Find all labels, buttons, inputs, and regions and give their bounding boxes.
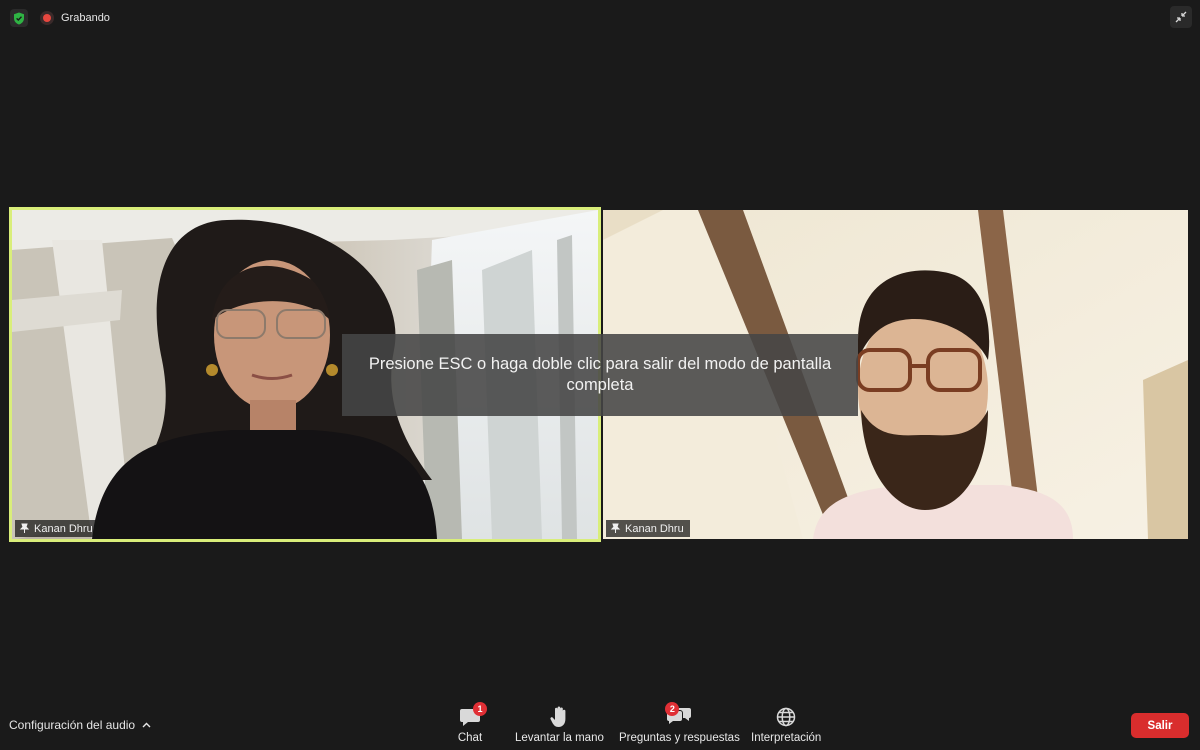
fullscreen-exit-message: Presione ESC o haga doble clic para sali… — [368, 355, 832, 394]
globe-icon — [776, 707, 796, 726]
interpretation-button[interactable]: Interpretación — [751, 703, 821, 744]
shield-check-icon[interactable] — [10, 9, 28, 27]
chat-button[interactable]: 1 Chat — [453, 702, 487, 744]
qa-button[interactable]: 2 Preguntas y respuestas — [619, 702, 740, 744]
participant-name: Kanan Dhru — [34, 522, 93, 535]
top-bar: Grabando — [0, 0, 1200, 36]
raise-hand-label: Levantar la mano — [515, 732, 604, 744]
recording-indicator[interactable]: Grabando — [40, 10, 110, 26]
chat-unread-badge: 1 — [473, 702, 487, 716]
participant-name: Kanan Dhru — [625, 522, 684, 535]
pin-icon — [610, 523, 621, 533]
audio-settings-button[interactable]: Configuración del audio — [9, 718, 151, 732]
leave-label: Salir — [1147, 719, 1173, 732]
fullscreen-exit-notice: Presione ESC o haga doble clic para sali… — [342, 334, 858, 416]
record-icon — [40, 11, 54, 25]
raise-hand-button[interactable]: Levantar la mano — [515, 703, 604, 744]
leave-button[interactable]: Salir — [1131, 713, 1189, 738]
participant-name-tag: Kanan Dhru — [606, 520, 690, 537]
chat-label: Chat — [457, 732, 483, 744]
audio-settings-label: Configuración del audio — [9, 718, 136, 732]
interpretation-label: Interpretación — [751, 732, 822, 744]
recording-label: Grabando — [61, 12, 110, 24]
participant-name-tag: Kanan Dhru — [15, 520, 99, 537]
qa-label: Preguntas y respuestas — [619, 732, 740, 744]
pin-icon — [19, 523, 30, 533]
chevron-up-icon — [142, 722, 151, 728]
raise-hand-icon — [550, 706, 566, 727]
exit-fullscreen-icon[interactable] — [1170, 6, 1192, 28]
